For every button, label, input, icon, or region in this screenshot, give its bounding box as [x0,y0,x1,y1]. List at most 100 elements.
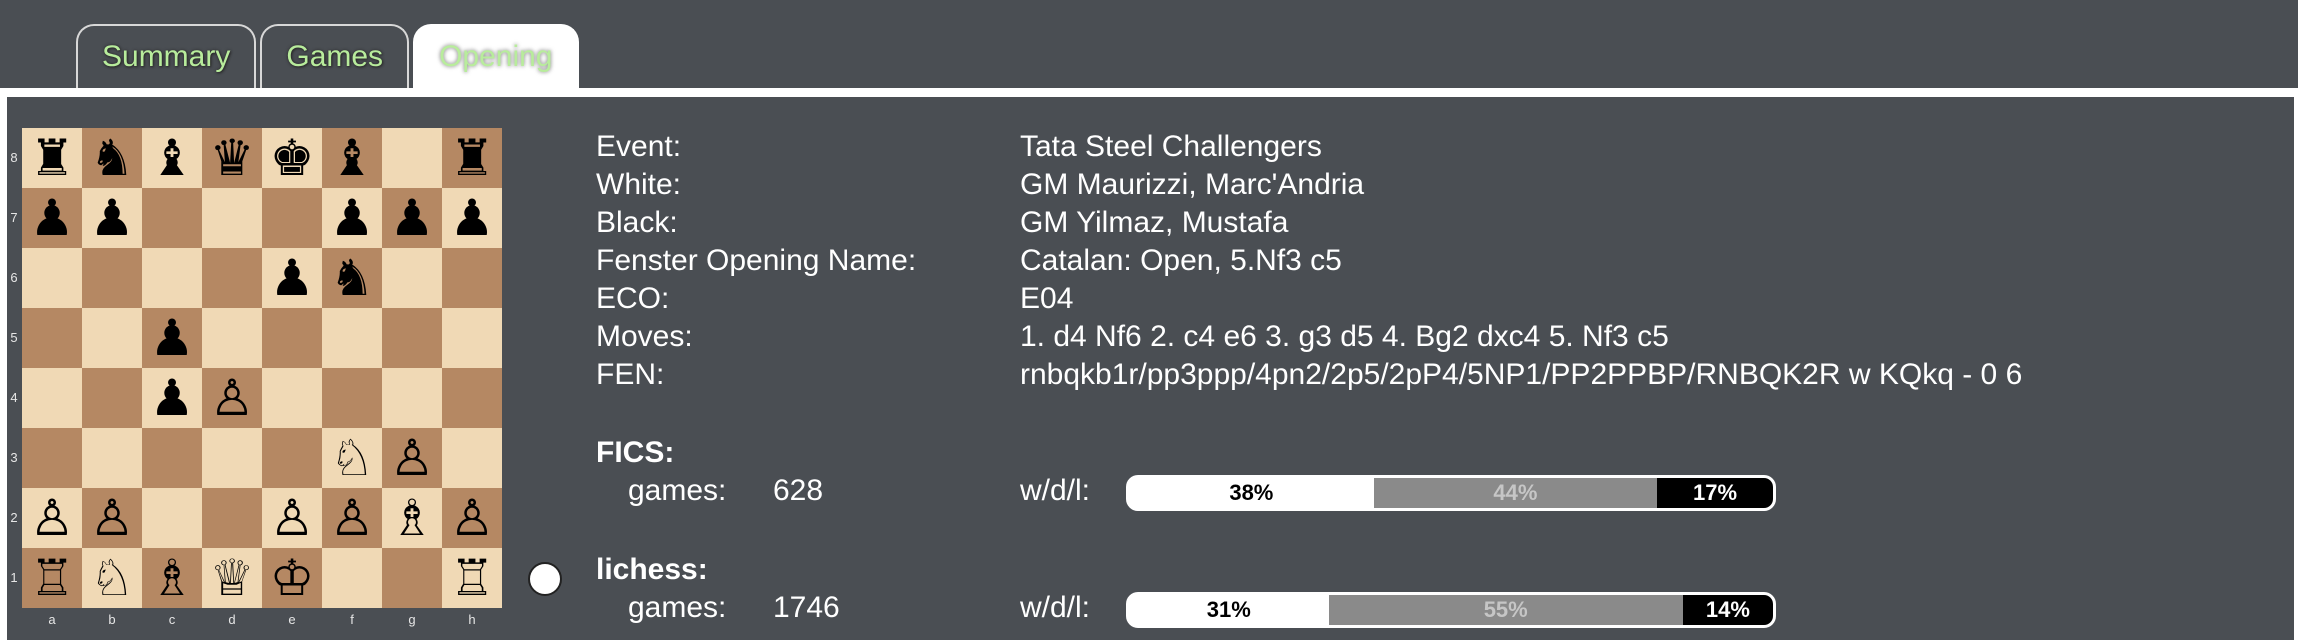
square-f4[interactable] [322,368,382,428]
white-king-icon[interactable]: ♔ [270,553,315,603]
square-b4[interactable] [82,368,142,428]
square-d8[interactable]: ♛ [202,128,262,188]
white-pawn-icon[interactable]: ♙ [210,373,255,423]
white-pawn-icon[interactable]: ♙ [390,433,435,483]
black-pawn-icon[interactable]: ♟ [150,313,195,363]
square-e5[interactable] [262,308,322,368]
white-queen-icon[interactable]: ♕ [210,553,255,603]
square-g4[interactable] [382,368,442,428]
white-rook-icon[interactable]: ♖ [30,553,75,603]
square-c3[interactable] [142,428,202,488]
square-a5[interactable] [22,308,82,368]
black-pawn-icon[interactable]: ♟ [450,193,495,243]
square-b3[interactable] [82,428,142,488]
square-d1[interactable]: ♕ [202,548,262,608]
black-pawn-icon[interactable]: ♟ [90,193,135,243]
black-pawn-icon[interactable]: ♟ [270,253,315,303]
square-a2[interactable]: ♙ [22,488,82,548]
tab-opening[interactable]: Opening [413,24,579,88]
white-pawn-icon[interactable]: ♙ [450,493,495,543]
black-rook-icon[interactable]: ♜ [450,133,495,183]
white-pawn-icon[interactable]: ♙ [30,493,75,543]
square-d4[interactable]: ♙ [202,368,262,428]
white-bishop-icon[interactable]: ♗ [150,553,195,603]
square-f8[interactable]: ♝ [322,128,382,188]
black-queen-icon[interactable]: ♛ [210,133,255,183]
black-pawn-icon[interactable]: ♟ [330,193,375,243]
square-a4[interactable] [22,368,82,428]
square-f2[interactable]: ♙ [322,488,382,548]
square-c8[interactable]: ♝ [142,128,202,188]
square-b5[interactable] [82,308,142,368]
square-d2[interactable] [202,488,262,548]
square-e3[interactable] [262,428,322,488]
white-pawn-icon[interactable]: ♙ [330,493,375,543]
square-f3[interactable]: ♘ [322,428,382,488]
square-f5[interactable] [322,308,382,368]
white-knight-icon[interactable]: ♘ [90,553,135,603]
square-a6[interactable] [22,248,82,308]
square-g7[interactable]: ♟ [382,188,442,248]
black-rook-icon[interactable]: ♜ [30,133,75,183]
chessboard[interactable]: ♜ ♞ ♝ ♛ ♚ ♝ ♜ ♟ ♟ ♟ ♟ ♟ ♟ ♞ ♟ ♟ ♙ ♘ ♙ ♙ ♙ ♙ ♙ ♗ ♙ ♖ ♘ ♗ ♕ ♔ ♖ [22,128,502,608]
square-d7[interactable] [202,188,262,248]
square-e6[interactable]: ♟ [262,248,322,308]
square-c6[interactable] [142,248,202,308]
square-h2[interactable]: ♙ [442,488,502,548]
square-h6[interactable] [442,248,502,308]
square-h1[interactable]: ♖ [442,548,502,608]
square-g6[interactable] [382,248,442,308]
square-d5[interactable] [202,308,262,368]
square-h7[interactable]: ♟ [442,188,502,248]
square-e7[interactable] [262,188,322,248]
square-a8[interactable]: ♜ [22,128,82,188]
square-b2[interactable]: ♙ [82,488,142,548]
square-d3[interactable] [202,428,262,488]
square-f7[interactable]: ♟ [322,188,382,248]
square-a7[interactable]: ♟ [22,188,82,248]
square-e4[interactable] [262,368,322,428]
black-bishop-icon[interactable]: ♝ [330,133,375,183]
square-f6[interactable]: ♞ [322,248,382,308]
square-h4[interactable] [442,368,502,428]
square-a3[interactable] [22,428,82,488]
white-knight-icon[interactable]: ♘ [330,433,375,483]
square-c5[interactable]: ♟ [142,308,202,368]
black-pawn-icon[interactable]: ♟ [150,373,195,423]
white-pawn-icon[interactable]: ♙ [90,493,135,543]
square-h3[interactable] [442,428,502,488]
black-knight-icon[interactable]: ♞ [330,253,375,303]
tab-games[interactable]: Games [260,24,410,88]
square-b7[interactable]: ♟ [82,188,142,248]
white-rook-icon[interactable]: ♖ [450,553,495,603]
black-pawn-icon[interactable]: ♟ [390,193,435,243]
square-e1[interactable]: ♔ [262,548,322,608]
square-g3[interactable]: ♙ [382,428,442,488]
square-g5[interactable] [382,308,442,368]
square-g8[interactable] [382,128,442,188]
square-d6[interactable] [202,248,262,308]
square-c7[interactable] [142,188,202,248]
square-h8[interactable]: ♜ [442,128,502,188]
square-a1[interactable]: ♖ [22,548,82,608]
square-b6[interactable] [82,248,142,308]
black-knight-icon[interactable]: ♞ [90,133,135,183]
lichess-win-segment: 31% [1129,595,1329,625]
square-b8[interactable]: ♞ [82,128,142,188]
square-f1[interactable] [322,548,382,608]
square-h5[interactable] [442,308,502,368]
square-e8[interactable]: ♚ [262,128,322,188]
square-g2[interactable]: ♗ [382,488,442,548]
white-bishop-icon[interactable]: ♗ [390,493,435,543]
black-pawn-icon[interactable]: ♟ [30,193,75,243]
black-bishop-icon[interactable]: ♝ [150,133,195,183]
tab-summary[interactable]: Summary [76,24,257,88]
square-g1[interactable] [382,548,442,608]
white-pawn-icon[interactable]: ♙ [270,493,315,543]
black-king-icon[interactable]: ♚ [270,133,315,183]
square-c4[interactable]: ♟ [142,368,202,428]
square-c2[interactable] [142,488,202,548]
square-c1[interactable]: ♗ [142,548,202,608]
square-b1[interactable]: ♘ [82,548,142,608]
square-e2[interactable]: ♙ [262,488,322,548]
